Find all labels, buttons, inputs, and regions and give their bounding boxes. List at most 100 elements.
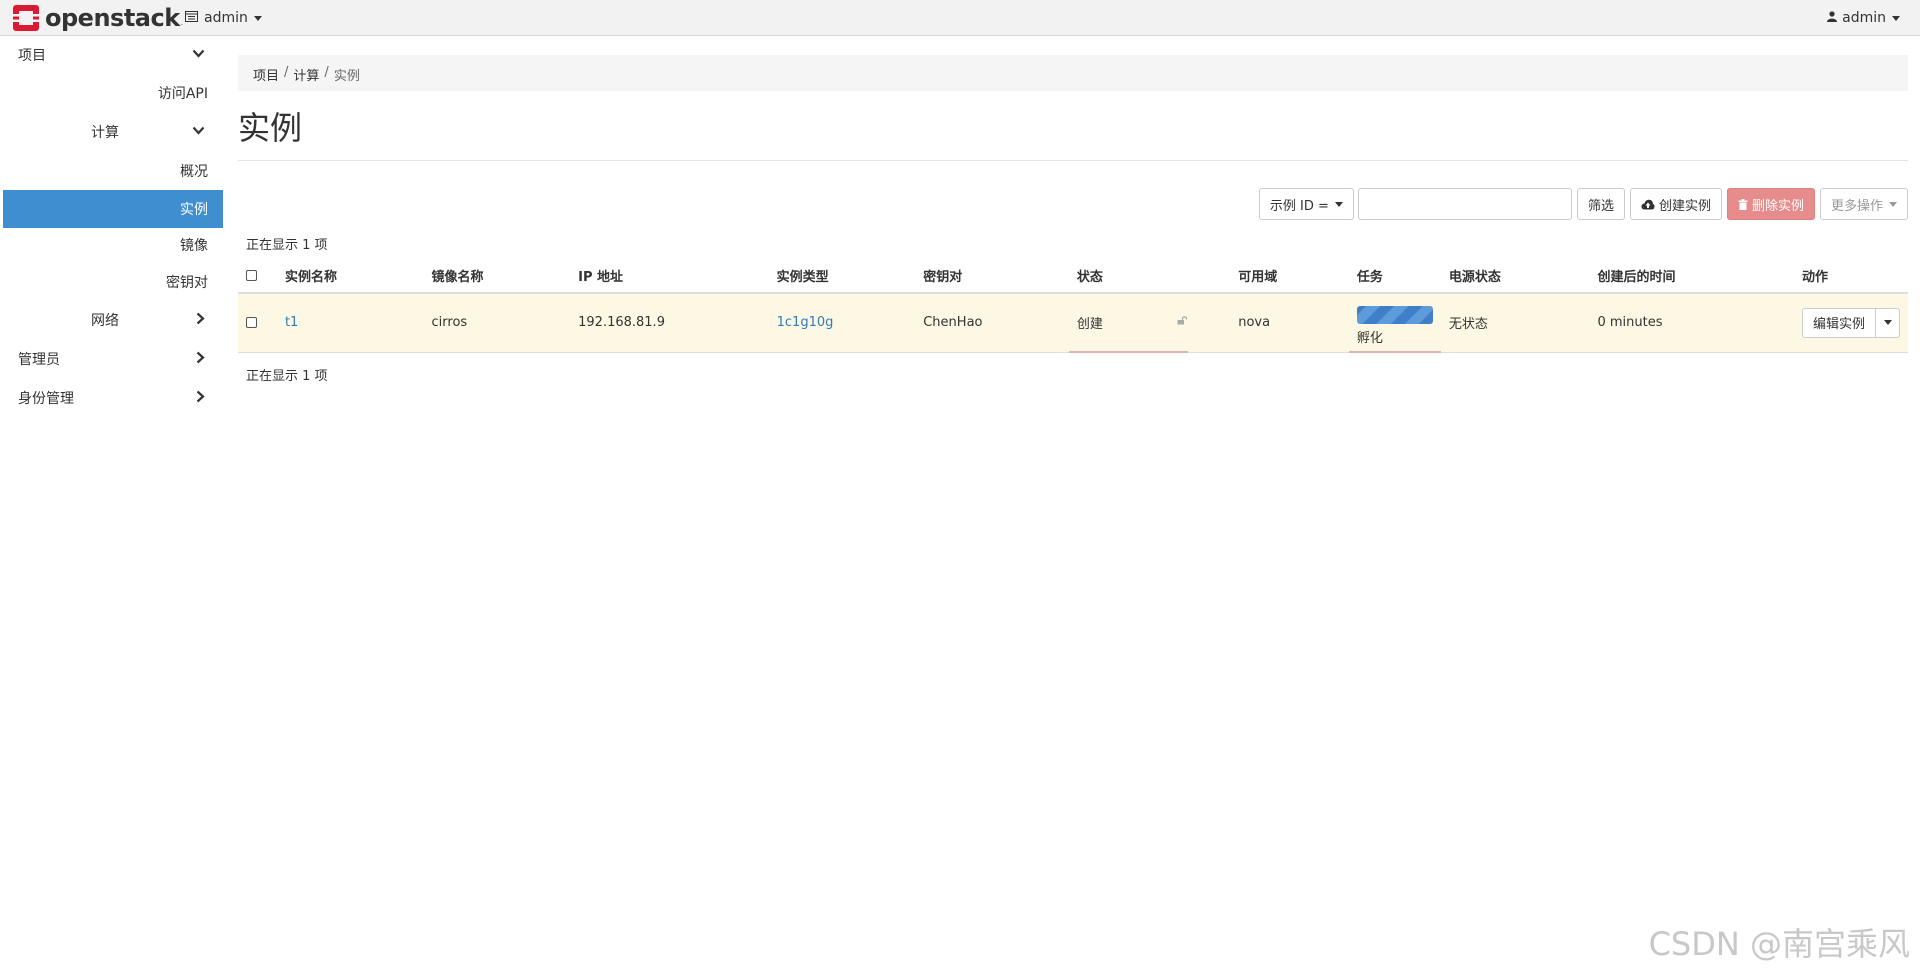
more-actions-button[interactable]: 更多操作 xyxy=(1819,188,1908,220)
delete-instance-button[interactable]: 删除实例 xyxy=(1726,188,1815,220)
header-select-all xyxy=(238,259,277,294)
top-navbar: openstack . admin admin xyxy=(0,0,1920,36)
chevron-down-icon xyxy=(1892,15,1900,21)
watermark: CSDN @南宫乘风 xyxy=(1648,925,1910,963)
cell-status: 创建 xyxy=(1068,293,1231,353)
breadcrumb xyxy=(238,55,1908,91)
cloud-upload-icon xyxy=(1641,199,1655,210)
breadcrumb-separator: / xyxy=(324,65,329,80)
header-power-state[interactable]: 电源状态 xyxy=(1440,259,1590,294)
cell-image-name: cirros xyxy=(423,293,571,353)
project-name: admin xyxy=(204,10,248,26)
filter-input[interactable] xyxy=(1357,188,1572,220)
openstack-logo[interactable]: openstack . xyxy=(12,3,183,33)
chevron-down-icon xyxy=(192,124,205,139)
task-underline xyxy=(1348,350,1441,353)
breadcrumb-item-project[interactable]: 项目 xyxy=(253,65,279,84)
header-image-name[interactable]: 镜像名称 xyxy=(423,259,571,294)
task-progress-bar xyxy=(1356,305,1433,324)
sidebar-item-instances[interactable]: 实例 xyxy=(3,190,223,228)
instance-name-link[interactable]: t1 xyxy=(285,315,298,330)
sidebar-item-label: 身份管理 xyxy=(18,391,74,407)
cell-ip-address: 192.168.81.9 xyxy=(570,293,769,353)
table-toolbar: 示例 ID = 筛选 创建实例 删除实例 更多操作 xyxy=(1254,188,1908,220)
sidebar-item-images[interactable]: 镜像 xyxy=(3,227,223,263)
sidebar-item-keypairs[interactable]: 密钥对 xyxy=(3,264,223,300)
sidebar-item-access-api[interactable]: 访问API xyxy=(3,75,223,111)
cell-power-state: 无状态 xyxy=(1440,293,1590,353)
sidebar-item-project[interactable]: 项目 xyxy=(3,37,223,73)
header-keypair[interactable]: 密钥对 xyxy=(915,259,1069,294)
table-row: t1 cirros 192.168.81.9 1c1g10g ChenHao 创… xyxy=(238,293,1908,353)
item-count-top: 正在显示 1 项 xyxy=(246,238,328,253)
title-divider xyxy=(238,160,1908,161)
unlock-icon xyxy=(1177,316,1188,328)
user-icon xyxy=(1827,11,1838,25)
trash-icon xyxy=(1738,198,1748,210)
header-availability-zone[interactable]: 可用域 xyxy=(1230,259,1349,294)
sidebar-item-label: 计算 xyxy=(91,125,119,141)
header-age[interactable]: 创建后的时间 xyxy=(1589,259,1794,294)
filter-field-label: 示例 ID = xyxy=(1269,198,1329,214)
cell-task: 孵化 xyxy=(1348,293,1441,353)
header-actions: 动作 xyxy=(1793,259,1908,294)
sidebar-item-identity[interactable]: 身份管理 xyxy=(3,380,223,416)
sidebar-item-label: 镜像 xyxy=(180,238,208,254)
page-title: 实例 xyxy=(238,109,303,147)
chevron-down-icon xyxy=(1889,201,1897,207)
sidebar-item-label: 网络 xyxy=(91,313,119,329)
cell-flavor: 1c1g10g xyxy=(768,293,916,353)
instances-table: 实例名称 镜像名称 IP 地址 实例类型 密钥对 状态 可用域 任务 电源状态 … xyxy=(238,259,1908,353)
brand-mark: . xyxy=(180,18,184,27)
item-count-bottom: 正在显示 1 项 xyxy=(246,369,328,384)
cell-keypair: ChenHao xyxy=(915,293,1069,353)
sidebar-item-label: 实例 xyxy=(180,202,208,218)
chevron-down-icon xyxy=(253,15,262,21)
header-flavor[interactable]: 实例类型 xyxy=(768,259,916,294)
delete-instance-label: 删除实例 xyxy=(1751,198,1804,214)
flavor-link[interactable]: 1c1g10g xyxy=(777,315,834,330)
sidebar-item-label: 项目 xyxy=(18,48,46,64)
cell-age: 0 minutes xyxy=(1589,293,1794,353)
sidebar-item-label: 访问API xyxy=(157,86,208,102)
chevron-down-icon xyxy=(192,47,205,62)
user-menu[interactable]: admin xyxy=(1827,0,1900,36)
chevron-right-icon xyxy=(196,351,205,368)
table-header-row: 实例名称 镜像名称 IP 地址 实例类型 密钥对 状态 可用域 任务 电源状态 … xyxy=(238,259,1908,294)
header-status[interactable]: 状态 xyxy=(1068,259,1231,294)
create-instance-button[interactable]: 创建实例 xyxy=(1629,188,1722,220)
header-task[interactable]: 任务 xyxy=(1348,259,1441,294)
sidebar-item-label: 密钥对 xyxy=(166,275,208,291)
cell-actions: 编辑实例 xyxy=(1793,293,1908,353)
breadcrumb-separator: / xyxy=(284,65,289,80)
select-all-checkbox[interactable] xyxy=(246,270,257,281)
cell-availability-zone: nova xyxy=(1230,293,1349,353)
chevron-down-icon xyxy=(1883,320,1892,326)
sidebar-item-admin[interactable]: 管理员 xyxy=(3,341,223,377)
project-icon xyxy=(185,10,198,26)
sidebar-item-network[interactable]: 网络 xyxy=(3,302,223,338)
filter-field-select[interactable]: 示例 ID = xyxy=(1258,188,1354,220)
actions-dropdown-toggle[interactable] xyxy=(1876,307,1900,338)
status-text: 创建 xyxy=(1076,317,1103,333)
breadcrumb-item-compute[interactable]: 计算 xyxy=(293,65,319,84)
openstack-logo-icon xyxy=(13,5,39,31)
row-checkbox[interactable] xyxy=(246,317,257,329)
row-select-cell xyxy=(238,293,277,353)
header-instance-name[interactable]: 实例名称 xyxy=(276,259,424,294)
user-name: admin xyxy=(1842,10,1886,26)
brand-name: openstack xyxy=(45,4,180,32)
sidebar-item-label: 概况 xyxy=(180,164,208,180)
filter-button[interactable]: 筛选 xyxy=(1576,188,1625,220)
sidebar-item-overview[interactable]: 概况 xyxy=(3,153,223,189)
task-text: 孵化 xyxy=(1356,330,1383,346)
chevron-down-icon xyxy=(1334,201,1343,207)
project-switcher[interactable]: admin xyxy=(185,0,262,36)
sidebar-item-compute[interactable]: 计算 xyxy=(3,114,223,150)
breadcrumb-item-instances: 实例 xyxy=(333,69,360,84)
edit-instance-button[interactable]: 编辑实例 xyxy=(1801,307,1876,338)
header-ip-address[interactable]: IP 地址 xyxy=(570,259,769,294)
more-actions-label: 更多操作 xyxy=(1830,198,1883,214)
cell-instance-name: t1 xyxy=(276,293,424,353)
chevron-right-icon xyxy=(196,390,205,407)
